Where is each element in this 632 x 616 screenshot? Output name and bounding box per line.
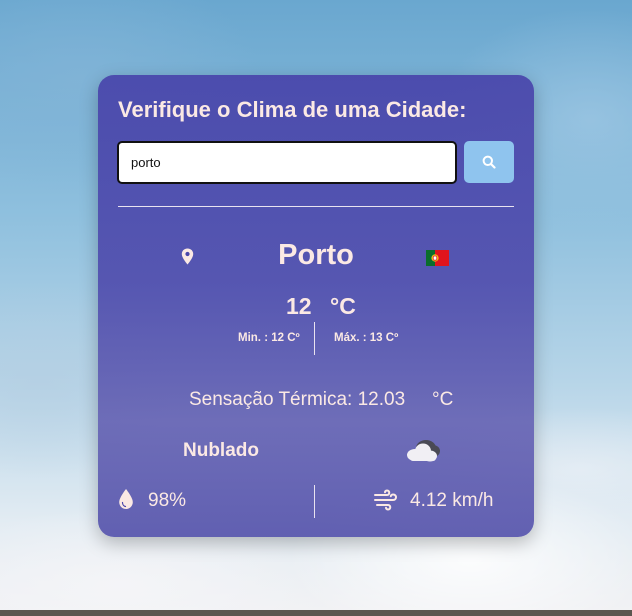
temperature-value: 12 <box>286 293 312 319</box>
minmax-divider <box>314 322 315 355</box>
temperature-unit: °C <box>330 293 356 319</box>
city-name: Porto <box>278 239 354 271</box>
droplet-icon <box>119 489 133 509</box>
search-button[interactable] <box>464 141 514 183</box>
feels-like-unit: °C <box>432 389 454 410</box>
weather-description: Nublado <box>183 440 259 461</box>
wind-speed: 4.12 km/h <box>410 490 494 511</box>
cloud-icon <box>407 440 440 462</box>
city-search-input[interactable] <box>117 141 457 184</box>
weather-card: Verifique o Clima de uma Cidade: Porto 1… <box>98 75 534 537</box>
temperature-max: Máx. : 13 Cº <box>334 332 399 344</box>
feels-like: Sensação Térmica: 12.03 <box>189 389 406 410</box>
bottom-divider <box>314 485 315 518</box>
search-icon <box>482 155 496 169</box>
card-title: Verifique o Clima de uma Cidade: <box>118 97 467 122</box>
ground-strip <box>0 610 632 616</box>
wind-icon <box>374 489 397 511</box>
flag-portugal-icon <box>426 250 449 266</box>
humidity-value: 98% <box>148 490 187 511</box>
temperature-min: Min. : 12 Cº <box>238 332 300 344</box>
divider <box>118 206 514 207</box>
